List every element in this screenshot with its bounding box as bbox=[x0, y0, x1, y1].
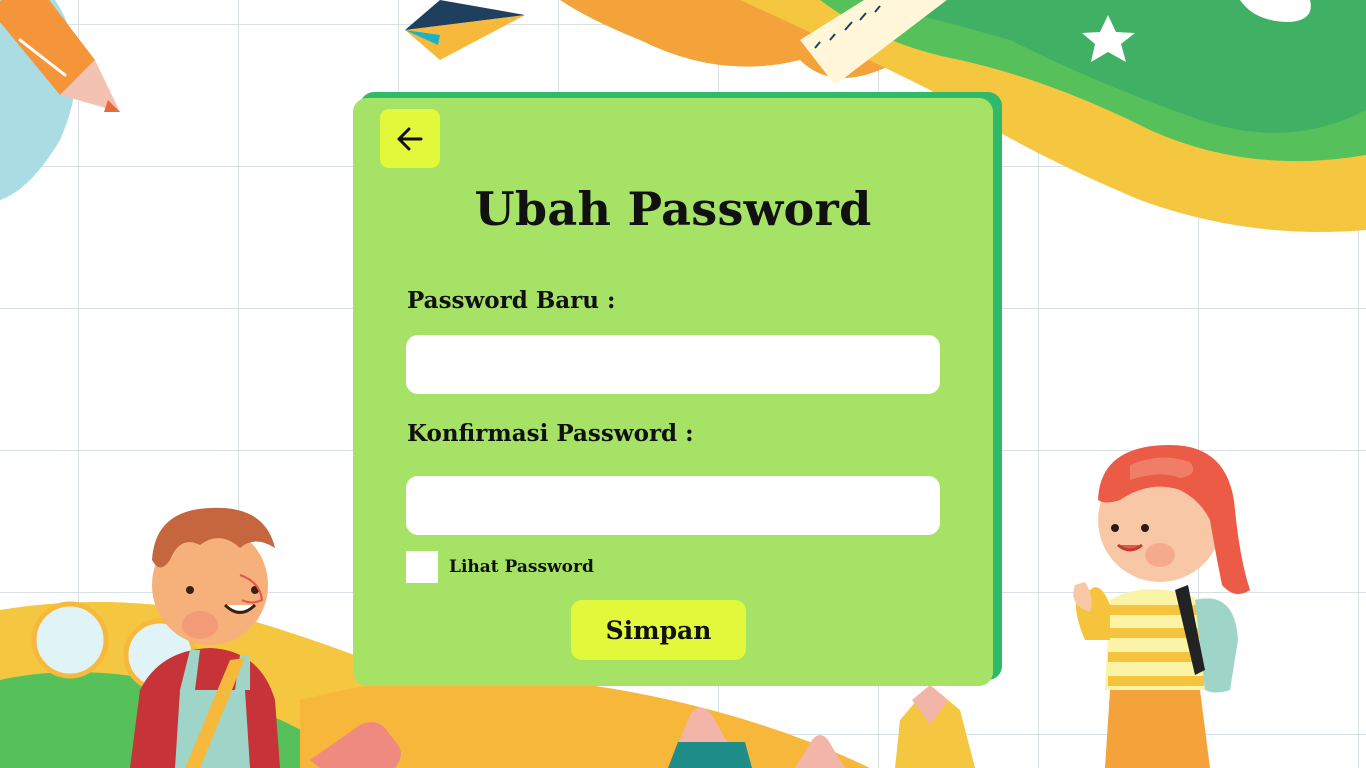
new-password-input[interactable] bbox=[406, 335, 940, 394]
save-button[interactable]: Simpan bbox=[571, 600, 746, 660]
confirm-password-input[interactable] bbox=[406, 476, 940, 535]
new-password-label: Password Baru : bbox=[407, 287, 616, 314]
confirm-password-label: Konfirmasi Password : bbox=[407, 420, 694, 447]
arrow-left-icon bbox=[397, 127, 423, 150]
show-password-label: Lihat Password bbox=[449, 557, 594, 577]
page-title: Ubah Password bbox=[474, 182, 872, 236]
back-button[interactable] bbox=[380, 109, 440, 168]
show-password-checkbox[interactable] bbox=[406, 551, 438, 583]
